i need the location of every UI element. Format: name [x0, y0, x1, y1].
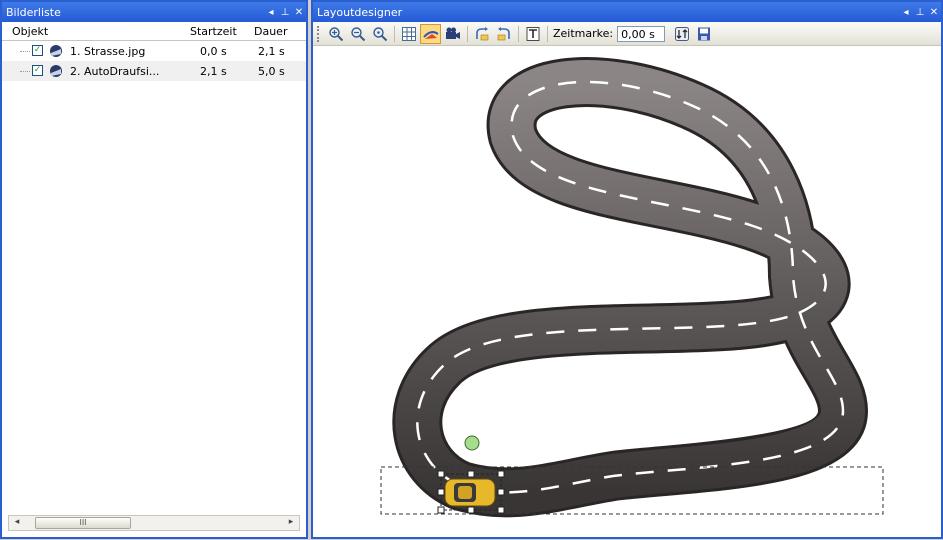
- pin-icon[interactable]: ⊥: [278, 7, 292, 18]
- scroll-right-icon[interactable]: ▸: [284, 517, 298, 527]
- horizontal-scrollbar[interactable]: ◂ III ▸: [8, 515, 300, 531]
- layout-designer-panel: Layoutdesigner ◂ ⊥ ✕ Zeitmarke: 0,00 s: [311, 0, 943, 539]
- zoom-in-icon: [328, 26, 343, 41]
- camera-button[interactable]: [442, 24, 463, 44]
- path-mode-button[interactable]: [420, 23, 441, 44]
- save-button[interactable]: [693, 24, 714, 44]
- item-duration: 5,0 s: [258, 65, 285, 78]
- pin-icon[interactable]: ⊥: [913, 7, 927, 18]
- column-header-object[interactable]: Objekt: [12, 25, 48, 38]
- item-duration: 2,1 s: [258, 45, 285, 58]
- visibility-checkbox[interactable]: ✓: [32, 65, 43, 76]
- item-start: 0,0 s: [200, 45, 227, 58]
- list-item[interactable]: ✓ 1. Strasse.jpg 0,0 s 2,1 s: [2, 41, 306, 61]
- layout-designer-titlebar: Layoutdesigner ◂ ⊥ ✕: [313, 2, 941, 22]
- image-list-title: Bilderliste: [6, 5, 61, 19]
- tree-branch: [20, 71, 30, 72]
- image-list-header: Objekt Startzeit Dauer: [2, 22, 306, 41]
- rotate-right-button[interactable]: [493, 24, 514, 44]
- camera-icon: [445, 27, 460, 39]
- toolbar-separator: [394, 25, 395, 42]
- road-scene: [380, 57, 884, 518]
- time-marker-label: Zeitmarke:: [553, 27, 614, 40]
- image-thumbnail-icon: [50, 45, 62, 57]
- text-object-icon: [526, 26, 539, 41]
- rotate-left-button[interactable]: [471, 24, 492, 44]
- zoom-out-icon: [350, 26, 365, 41]
- text-object-button[interactable]: [522, 24, 543, 44]
- layout-canvas[interactable]: [313, 46, 941, 537]
- zoom-out-button[interactable]: [347, 24, 368, 44]
- item-start: 2,1 s: [200, 65, 227, 78]
- close-icon[interactable]: ✕: [927, 7, 941, 18]
- time-marker-input[interactable]: 0,00 s: [617, 25, 666, 42]
- image-list-titlebar: Bilderliste ◂ ⊥ ✕: [2, 2, 306, 22]
- item-name: 2. AutoDraufsi...: [70, 65, 160, 78]
- image-thumbnail-icon: [50, 65, 62, 77]
- designer-toolbar: Zeitmarke: 0,00 s: [313, 22, 941, 46]
- panel-menu-arrow-icon[interactable]: ◂: [899, 7, 913, 18]
- column-header-start[interactable]: Startzeit: [190, 25, 237, 38]
- rotate-right-icon: [497, 26, 510, 40]
- rotate-left-icon: [475, 26, 488, 40]
- grid-button[interactable]: [398, 24, 419, 44]
- layout-designer-title: Layoutdesigner: [317, 5, 403, 19]
- tree-branch: [20, 51, 30, 52]
- column-header-duration[interactable]: Dauer: [254, 25, 287, 38]
- panel-menu-arrow-icon[interactable]: ◂: [264, 7, 278, 18]
- visibility-checkbox[interactable]: ✓: [32, 45, 43, 56]
- save-icon: [697, 27, 710, 40]
- zoom-reset-button[interactable]: [369, 24, 390, 44]
- scrollbar-thumb[interactable]: III: [35, 517, 131, 529]
- toolbar-grip[interactable]: [317, 25, 322, 42]
- close-icon[interactable]: ✕: [292, 7, 306, 18]
- zoom-in-button[interactable]: [325, 24, 346, 44]
- scroll-left-icon[interactable]: ◂: [10, 517, 24, 527]
- zoom-reset-icon: [372, 26, 387, 41]
- item-name: 1. Strasse.jpg: [70, 45, 146, 58]
- path-start-marker[interactable]: [464, 435, 480, 451]
- image-list-panel: Bilderliste ◂ ⊥ ✕ Objekt Startzeit Dauer…: [0, 0, 308, 539]
- path-mode-icon: [422, 30, 439, 39]
- toolbar-separator: [518, 25, 519, 42]
- list-item[interactable]: ✓ 2. AutoDraufsi... 2,1 s 5,0 s: [2, 61, 306, 81]
- time-toggle-button[interactable]: [671, 24, 692, 44]
- time-toggle-icon: [674, 26, 689, 41]
- grid-icon: [401, 26, 416, 41]
- toolbar-separator: [547, 25, 548, 42]
- toolbar-separator: [467, 25, 468, 42]
